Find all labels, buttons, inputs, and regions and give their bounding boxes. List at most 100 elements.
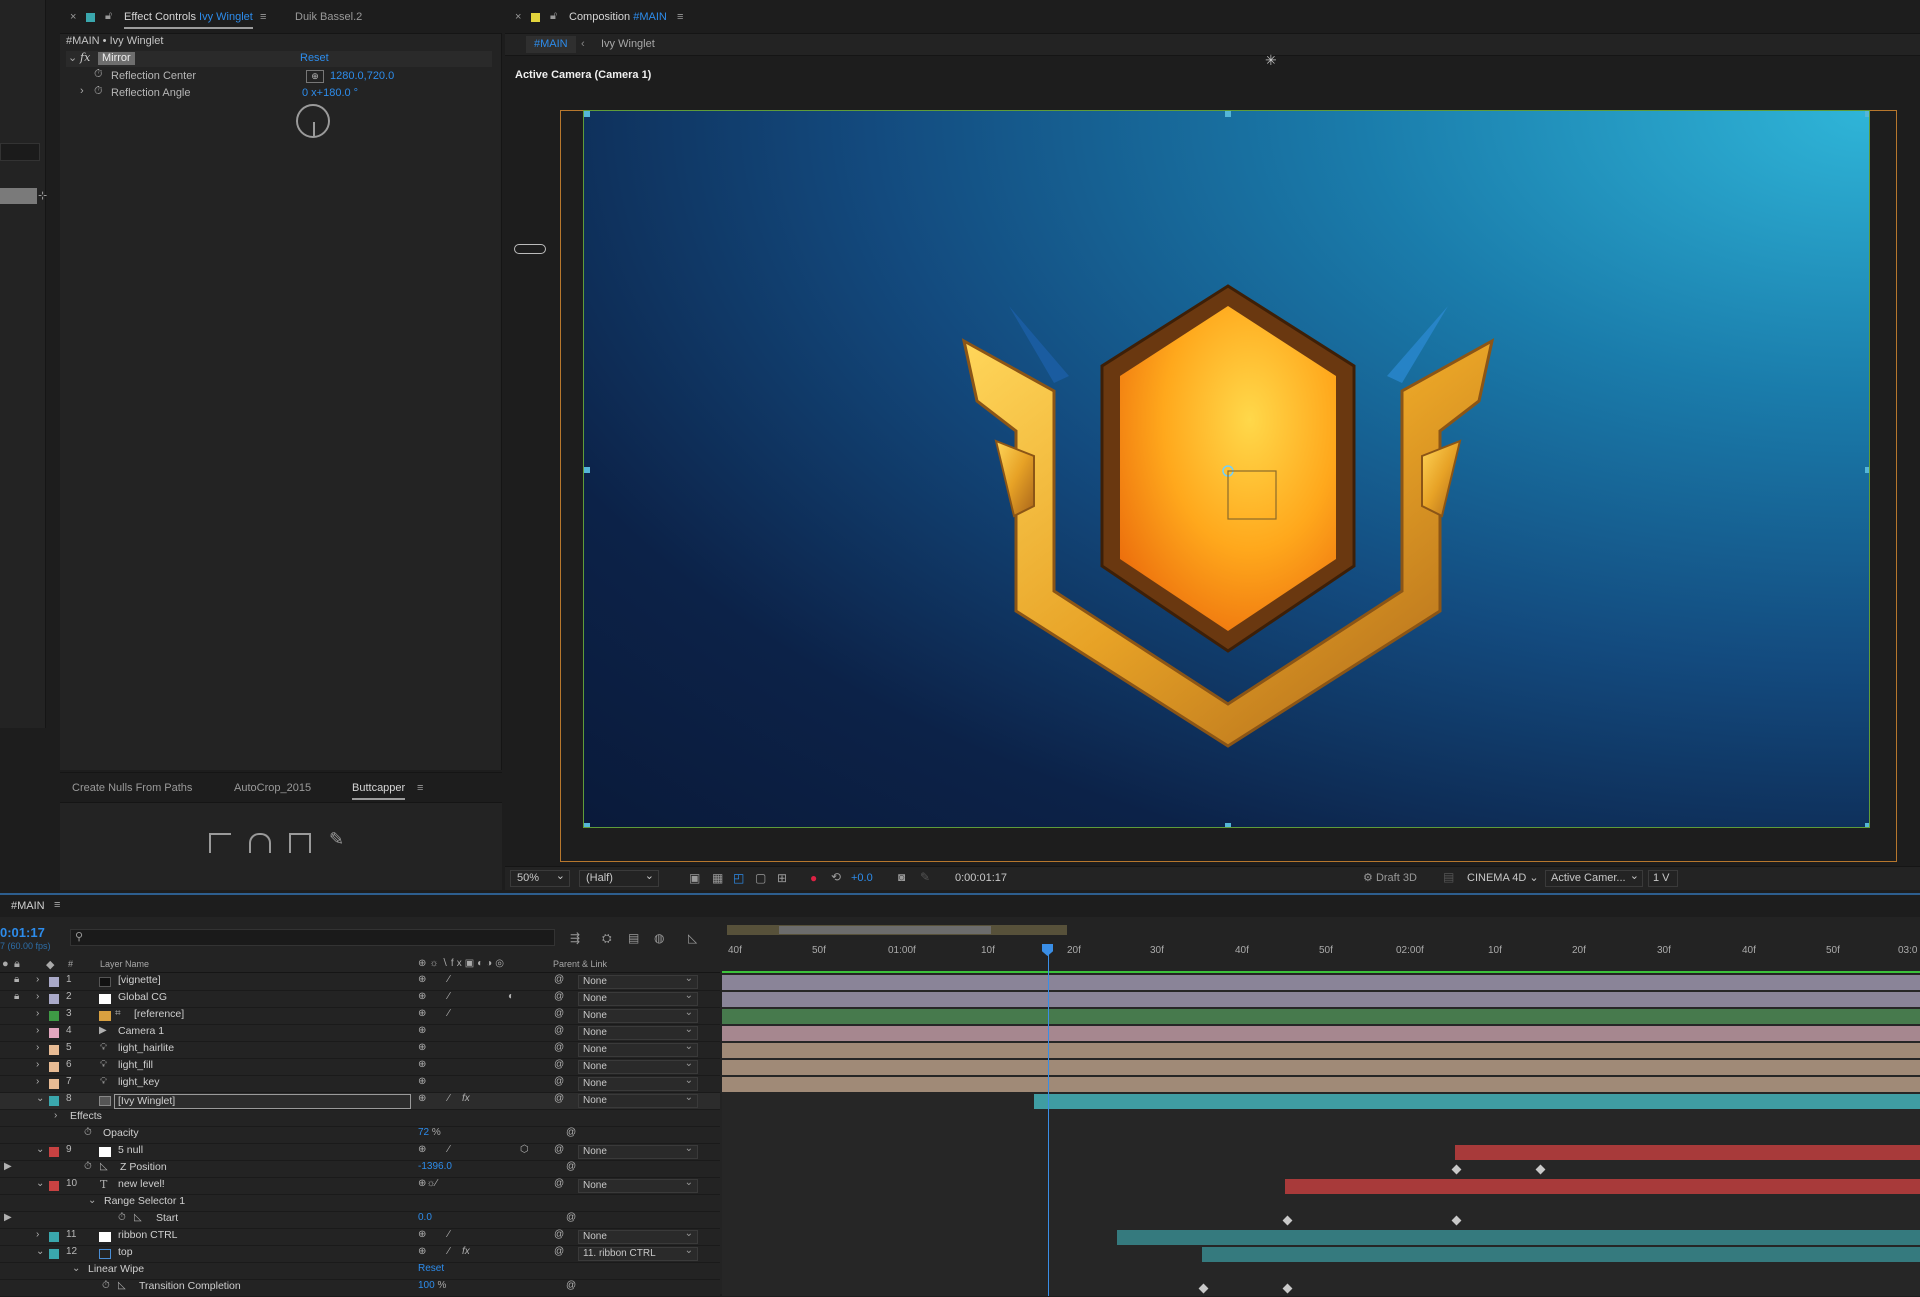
panel-menu-icon[interactable]: ≡ [260,6,266,28]
parent-pickwhip-icon[interactable]: @ [554,1042,564,1053]
label-color-chip[interactable] [49,1181,59,1191]
timeline-timecode[interactable]: 0:01:17 [0,925,45,940]
lock-icon[interactable]: 🔓︎ [105,5,112,27]
tab-autocrop[interactable]: AutoCrop_2015 [234,777,311,799]
3d-layer-icon[interactable]: ⬡ [520,1144,529,1155]
prop-label[interactable]: Linear Wipe [88,1263,144,1275]
parent-pickwhip-icon[interactable]: @ [554,1229,564,1240]
grid-guides-icon[interactable]: ⊞ [777,871,787,885]
parent-pickwhip-icon[interactable]: @ [554,1059,564,1070]
effect-reset-link[interactable]: Reset [300,52,329,64]
square-cap-icon[interactable] [289,833,311,853]
expand-arrow-icon[interactable]: ⌄ [72,1263,80,1274]
expand-arrow-icon[interactable]: ⌄ [36,1178,44,1189]
parent-link-header[interactable]: Parent & Link [553,959,607,969]
fx-icon[interactable]: fx [80,51,90,64]
fx-switch-icon[interactable]: fx [462,1246,470,1257]
label-color-chip[interactable] [49,1232,59,1242]
shy-switch-icon[interactable]: ⊕ [418,1093,426,1104]
parent-select[interactable]: None [578,1024,698,1040]
lock-icon[interactable]: 🔓︎ [550,5,557,27]
shy-switch-icon[interactable]: ⊕ [418,1042,426,1053]
graph-editor-icon[interactable]: ◺ [688,931,697,945]
transparency-grid-icon[interactable]: ▦ [712,871,723,885]
parent-pickwhip-icon[interactable]: @ [554,1008,564,1019]
table-row[interactable]: 🔒︎ › 2 Global CG ⊕ ∕ ◐ @ None [0,990,720,1008]
parent-select[interactable]: None [578,1177,698,1193]
track-area[interactable] [722,954,1920,1296]
close-icon[interactable]: × [515,6,521,28]
crumb-ivy[interactable]: Ivy Winglet [601,38,655,50]
quality-switch-icon[interactable]: ∕ [448,1144,450,1155]
keyframe-nav-icon[interactable]: ▶ [4,1161,12,1172]
shy-switch-icon[interactable]: ⊕ [418,1008,426,1019]
work-area-bar[interactable] [727,925,1067,935]
label-color-chip[interactable] [49,994,59,1004]
camera-gizmo-icon[interactable]: ✳ [1265,52,1277,69]
layer-bar[interactable] [1034,1094,1920,1109]
panel-menu-icon[interactable]: ≡ [677,6,683,28]
parent-pickwhip-icon[interactable]: @ [554,1025,564,1036]
expand-arrow-icon[interactable]: ⌄ [68,51,77,64]
table-row[interactable]: ⌄ Range Selector 1 [0,1195,720,1212]
table-row[interactable]: › 3 ⌗ [reference] ⊕ ∕ @ None [0,1007,720,1025]
parent-pickwhip-icon[interactable]: @ [554,1093,564,1104]
graph-icon[interactable]: ◺ [134,1212,142,1223]
tab-create-nulls[interactable]: Create Nulls From Paths [72,777,192,799]
table-row[interactable]: › 5 💡︎ light_hairlite ⊕ @ None [0,1041,720,1059]
layer-name[interactable]: Camera 1 [118,1025,164,1037]
shy-switch-icon[interactable]: ⊕ [418,1229,426,1240]
parent-select[interactable]: None [578,1143,698,1159]
adjustment-layer-icon[interactable]: ◐ [508,991,514,1002]
parent-select[interactable]: 11. ribbon CTRL [578,1245,698,1261]
layer-bar[interactable] [722,1043,1920,1058]
expand-arrow-icon[interactable]: ⌄ [36,1246,44,1257]
quality-switch-icon[interactable]: ∕ [448,1008,450,1019]
stopwatch-icon[interactable]: ⏱︎ [84,1161,92,1172]
table-row[interactable]: › 7 💡︎ light_key ⊕ @ None [0,1075,720,1093]
expression-pickwhip-icon[interactable]: @ [566,1280,576,1291]
angle-dial[interactable] [296,104,330,138]
table-row[interactable]: › Effects [0,1110,720,1127]
label-color-chip[interactable] [49,977,59,987]
table-row[interactable]: › 4 ▶︎ Camera 1 ⊕ @ None [0,1024,720,1042]
layer-name[interactable]: light_fill [118,1059,153,1071]
layer-name[interactable]: ribbon CTRL [118,1229,178,1241]
crosshair-icon[interactable]: ⊕ [306,70,324,83]
show-snapshot-icon[interactable]: ✎ [920,870,930,884]
expand-arrow-icon[interactable]: › [36,1059,39,1070]
snapshot-camera-icon[interactable]: ◙ [898,870,905,884]
light-gizmo-icon[interactable] [514,244,546,254]
color-channels-icon[interactable]: ● [810,871,817,885]
playhead[interactable] [1048,954,1049,1296]
crumb-main[interactable]: #MAIN [526,36,576,53]
stopwatch-icon[interactable]: ⏱︎ [118,1212,126,1223]
tab-timeline-main[interactable]: #MAIN [11,900,45,912]
prop-value[interactable]: 100 % [418,1280,446,1291]
panel-menu-icon[interactable]: ≡ [54,899,60,911]
lock-icon[interactable]: 🔒︎ [14,991,19,1002]
table-row[interactable]: ⌄ 9 5 null ⊕ ∕ ⬡ @ None [0,1143,720,1161]
tab-composition[interactable]: Composition #MAIN [569,6,667,28]
parent-select[interactable]: None [578,1007,698,1023]
prop-label[interactable]: Range Selector 1 [104,1195,185,1207]
expression-pickwhip-icon[interactable]: @ [566,1212,576,1223]
prop-value[interactable]: 1280.0,720.0 [330,70,394,82]
stopwatch-icon[interactable]: ⏱︎ [94,85,103,98]
effect-mirror-row[interactable]: ⌄ fx Mirror Reset [66,51,492,67]
expression-pickwhip-icon[interactable]: @ [566,1161,576,1172]
stopwatch-icon[interactable]: ⏱︎ [94,68,103,81]
butt-cap-icon[interactable] [209,833,231,853]
layer-name[interactable]: [vignette] [118,974,161,986]
expand-arrow-icon[interactable]: › [54,1110,57,1121]
draft-3d-timeline-icon[interactable]: ⛭ [602,931,612,946]
layer-bar[interactable] [722,1026,1920,1041]
project-search-field[interactable] [0,143,40,161]
quality-switch-icon[interactable]: ∕ [448,991,450,1002]
resolution-select[interactable]: (Half) ⌄ [579,870,659,887]
layer-name[interactable]: Global CG [118,991,167,1003]
flowchart-icon[interactable]: ⊹ [38,189,47,202]
table-row[interactable]: ⌄ Linear Wipe Reset [0,1263,720,1280]
parent-pickwhip-icon[interactable]: @ [554,991,564,1002]
tab-duik[interactable]: Duik Bassel.2 [295,6,362,28]
